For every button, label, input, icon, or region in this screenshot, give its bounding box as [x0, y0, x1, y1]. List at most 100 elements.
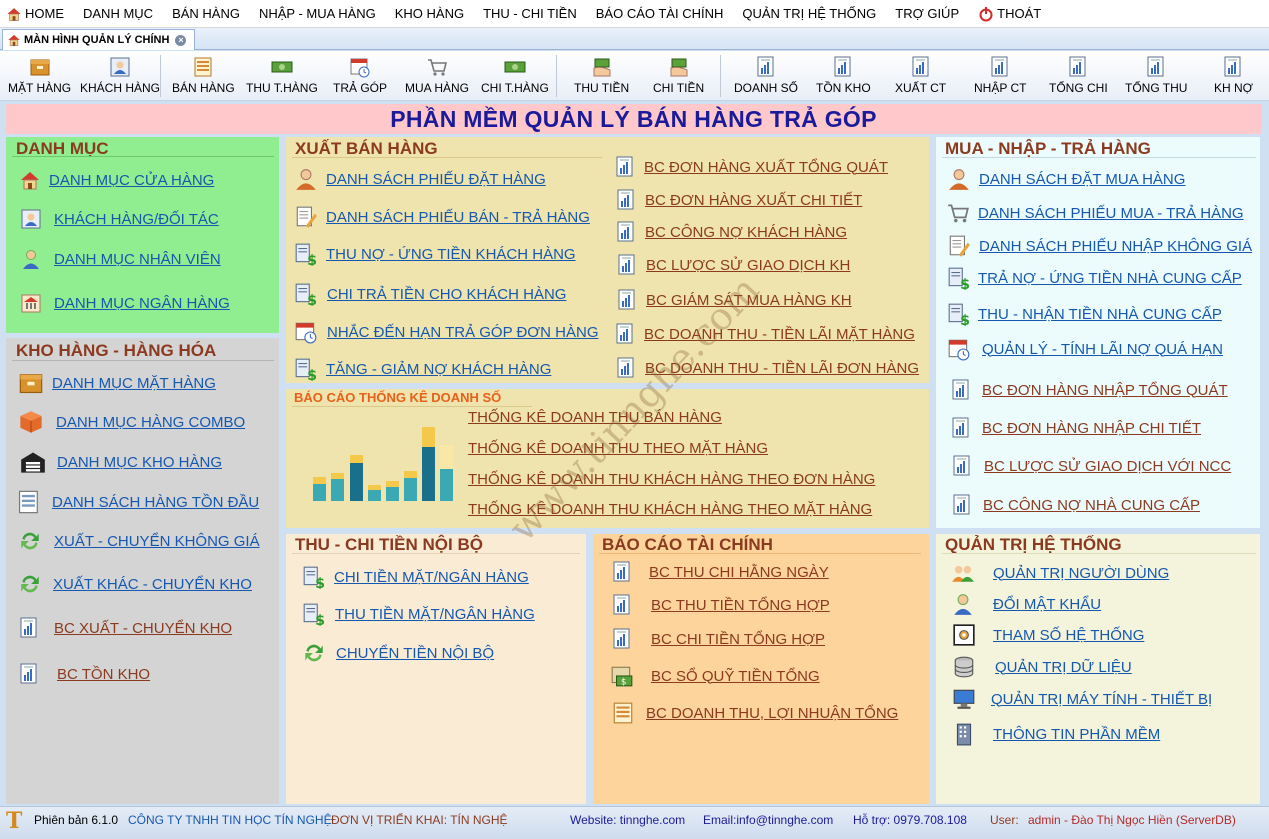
link-doi-mat-khau[interactable]: ĐỔI MẬT KHẨU [951, 592, 1101, 616]
menu-home[interactable]: HOME [6, 6, 64, 22]
link-thu-nhan-tien-ncc[interactable]: THU - NHẬN TIỀN NHÀ CUNG CẤP [947, 302, 1222, 326]
calendar-clock-icon [947, 337, 971, 361]
link-danh-sach-phieu-mua-tra-hang[interactable]: DANH SÁCH PHIẾU MUA - TRẢ HÀNG [946, 201, 1244, 225]
link-chi-tra-tien-cho-khach-hang[interactable]: CHI TRẢ TIỀN CHO KHÁCH HÀNG [294, 282, 566, 306]
link-danh-sach-phieu-nhap-khong-gia[interactable]: DANH SÁCH PHIẾU NHẬP KHÔNG GIÁ [947, 234, 1252, 258]
menu-tro-giup[interactable]: TRỢ GIÚP [895, 6, 959, 21]
link-quan-tri-nguoi-dung[interactable]: QUẢN TRỊ NGƯỜI DÙNG [951, 561, 1169, 585]
link-bc-thu-chi-hang-ngay[interactable]: BC THU CHI HẰNG NGÀY [611, 561, 829, 583]
toolbar-doanh-so-button[interactable]: DOANH SỐ [734, 53, 798, 99]
toolbar-ton-kho-button[interactable]: TỒN KHO [816, 53, 871, 99]
calendar-icon [349, 56, 371, 78]
toolbar-tong-thu-button[interactable]: TỔNG THU [1125, 53, 1187, 99]
cash-icon [271, 56, 293, 78]
link-bc-so-quy-tien-tong[interactable]: BC SỔ QUỸ TIỀN TỔNG [610, 664, 820, 688]
link-bc-xuat-chuyen-kho[interactable]: BC XUẤT - CHUYỂN KHO [18, 617, 232, 639]
link-chuyen-tien-noi-bo[interactable]: CHUYỂN TIỀN NỘI BỘ [302, 641, 494, 665]
toolbar-thu-t-hang-button[interactable]: THU T.HÀNG [246, 53, 318, 99]
toolbar-nhap-ct-button[interactable]: NHẬP CT [974, 53, 1026, 99]
toolbar-tra-gop-button[interactable]: TRẢ GÓP [333, 53, 387, 99]
menu-danh-muc[interactable]: DANH MỤC [83, 6, 153, 21]
toolbar-ban-hang-button[interactable]: BÁN HÀNG [172, 53, 235, 99]
panel-kho-hang [6, 338, 279, 804]
link-danh-sach-phieu-ban-tra-hang[interactable]: DANH SÁCH PHIẾU BÁN - TRẢ HÀNG [294, 205, 590, 229]
money-document-icon [947, 302, 971, 326]
link-tra-no-ung-tien-ncc[interactable]: TRẢ NỢ - ỨNG TIỀN NHÀ CUNG CẤP [947, 266, 1242, 290]
link-khach-hang-doi-tac[interactable]: KHÁCH HÀNG/ĐỐI TÁC [20, 208, 219, 230]
menu-kho-hang[interactable]: KHO HÀNG [395, 6, 464, 21]
link-bc-cong-no-khach-hang[interactable]: BC CÔNG NỢ KHÁCH HÀNG [615, 221, 847, 243]
toolbar-mua-hang-button[interactable]: MUA HÀNG [405, 53, 469, 99]
money-document-icon [947, 266, 971, 290]
link-bc-chi-tien-tong-hop[interactable]: BC CHI TIỀN TỔNG HỢP [611, 628, 825, 650]
link-tang-giam-no-khach-hang[interactable]: TĂNG - GIẢM NỢ KHÁCH HÀNG [294, 357, 551, 381]
link-danh-muc-ngan-hang[interactable]: DANH MỤC NGÂN HÀNG [20, 292, 230, 314]
link-bc-ton-kho[interactable]: BC TỒN KHO [18, 663, 150, 685]
box-icon [29, 56, 51, 78]
link-thong-tin-phan-mem[interactable]: THÔNG TIN PHẦN MỀM [952, 722, 1160, 746]
logo-icon: T [6, 808, 23, 834]
money-document-icon [294, 242, 318, 266]
link-bc-cong-no-ncc[interactable]: BC CÔNG NỢ NHÀ CUNG CẤP [951, 494, 1200, 516]
menu-ban-hang[interactable]: BÁN HÀNG [172, 6, 240, 21]
link-danh-sach-phieu-dat-hang[interactable]: DANH SÁCH PHIẾU ĐẶT HÀNG [294, 167, 546, 191]
report-icon [18, 663, 40, 685]
cashbook-icon [610, 664, 634, 688]
toolbar-kh-no-button[interactable]: KH NỢ [1214, 53, 1253, 99]
link-danh-muc-kho-hang[interactable]: DANH MỤC KHO HÀNG [20, 449, 222, 475]
link-quan-tri-may-tinh-thiet-bi[interactable]: QUẢN TRỊ MÁY TÍNH - THIẾT BỊ [951, 687, 1212, 711]
panel-bao-cao-tai-chinh-title: BÁO CÁO TÀI CHÍNH [602, 535, 773, 554]
link-danh-sach-hang-ton-dau[interactable]: DANH SÁCH HÀNG TỒN ĐẦU [16, 489, 259, 515]
menu-quan-tri-he-thong[interactable]: QUẢN TRỊ HỆ THỐNG [742, 6, 876, 21]
link-danh-muc-hang-combo[interactable]: DANH MỤC HÀNG COMBO [18, 409, 245, 435]
link-quan-ly-tinh-lai-no-qua-han[interactable]: QUẢN LÝ - TÍNH LÃI NỢ QUÁ HẠN [947, 337, 1223, 361]
menu-bao-cao-tai-chinh[interactable]: BÁO CÁO TÀI CHÍNH [596, 6, 724, 21]
link-danh-muc-cua-hang[interactable]: DANH MỤC CỬA HÀNG [19, 169, 214, 191]
toolbar-thu-tien-button[interactable]: THU TIỀN [574, 53, 629, 99]
link-bc-luoc-su-giao-dich-ncc[interactable]: BC LƯỢC SỬ GIAO DỊCH VỚI NCC [951, 455, 1231, 477]
toolbar-mat-hang-button[interactable]: MẶT HÀNG [8, 53, 71, 99]
toolbar-chi-t-hang-button[interactable]: CHI T.HÀNG [481, 53, 549, 99]
tab-man-hinh-quan-ly-chinh[interactable]: MÀN HÌNH QUẢN LÝ CHÍNH × [2, 29, 196, 50]
toolbar-chi-tien-button[interactable]: CHI TIỀN [653, 53, 704, 99]
link-danh-muc-nhan-vien[interactable]: DANH MỤC NHÂN VIÊN [20, 248, 221, 270]
transfer-icon [18, 529, 42, 553]
toolbar-tong-chi-button[interactable]: TỔNG CHI [1049, 53, 1108, 99]
toolbar-xuat-ct-button[interactable]: XUẤT CT [895, 53, 946, 99]
toolbar-khach-hang-button[interactable]: KHÁCH HÀNG [80, 53, 160, 99]
link-thu-no-ung-tien-khach-hang[interactable]: THU NỢ - ỨNG TIỀN KHÁCH HÀNG [294, 242, 576, 266]
menu-nhap-mua-hang[interactable]: NHẬP - MUA HÀNG [259, 6, 376, 21]
footer-email[interactable]: Email:info@tinnghe.com [703, 813, 833, 827]
menu-thu-chi-tien[interactable]: THU - CHI TIỀN [483, 6, 577, 21]
link-bc-thu-tien-tong-hop[interactable]: BC THU TIỀN TỔNG HỢP [611, 594, 830, 616]
close-icon[interactable]: × [175, 34, 187, 46]
link-bc-don-hang-xuat-tong-quat[interactable]: BC ĐƠN HÀNG XUẤT TỔNG QUÁT [614, 156, 888, 178]
link-danh-sach-dat-mua-hang[interactable]: DANH SÁCH ĐẶT MUA HÀNG [947, 167, 1185, 191]
contact-icon [20, 208, 42, 230]
report-icon [1145, 56, 1167, 78]
link-danh-muc-mat-hang[interactable]: DANH MỤC MẶT HÀNG [18, 370, 216, 396]
link-tham-so-he-thong[interactable]: THAM SỐ HỆ THỐNG [952, 623, 1144, 647]
link-xuat-chuyen-khong-gia[interactable]: XUẤT - CHUYỂN KHÔNG GIÁ [18, 529, 260, 553]
link-xuat-khac-chuyen-kho[interactable]: XUẤT KHÁC - CHUYỂN KHO [18, 572, 252, 596]
menu-thoat[interactable]: THOÁT [978, 6, 1041, 22]
combo-box-icon [18, 409, 44, 435]
link-bc-don-hang-nhap-chi-tiet[interactable]: BC ĐƠN HÀNG NHẬP CHI TIẾT [950, 417, 1201, 439]
report-icon [611, 628, 633, 650]
box-icon [18, 370, 44, 396]
link-nhac-den-han-tra-gop-don-hang[interactable]: NHẮC ĐẾN HẠN TRẢ GÓP ĐƠN HÀNG [294, 320, 599, 344]
invoice-icon [192, 56, 214, 78]
report-icon [951, 455, 973, 477]
link-thong-ke-doanh-thu-kh-theo-don-hang[interactable]: THỐNG KÊ DOANH THU KHÁCH HÀNG THEO ĐƠN H… [460, 471, 875, 488]
money-document-icon [302, 602, 326, 626]
hand-money-icon [591, 56, 613, 78]
link-bc-don-hang-xuat-chi-tiet[interactable]: BC ĐƠN HÀNG XUẤT CHI TIẾT [615, 189, 862, 211]
edit-document-icon [947, 234, 971, 258]
link-chi-tien-mat-ngan-hang[interactable]: CHI TIỀN MẶT/NGÂN HÀNG [302, 565, 529, 589]
link-bc-doanh-thu-tien-lai-mat-hang[interactable]: BC DOANH THU - TIỀN LÃI MẶT HÀNG [614, 323, 915, 345]
link-quan-tri-du-lieu[interactable]: QUẢN TRỊ DỮ LIỆU [952, 655, 1132, 679]
link-bc-don-hang-nhap-tong-quat[interactable]: BC ĐƠN HÀNG NHẬP TỔNG QUÁT [950, 379, 1228, 401]
link-bc-doanh-thu-loi-nhuan-tong[interactable]: BC DOANH THU, LỢI NHUẬN TỔNG [611, 701, 898, 725]
footer-website[interactable]: Website: tinnghe.com [570, 813, 685, 827]
link-thu-tien-mat-ngan-hang[interactable]: THU TIỀN MẶT/NGÂN HÀNG [302, 602, 535, 626]
